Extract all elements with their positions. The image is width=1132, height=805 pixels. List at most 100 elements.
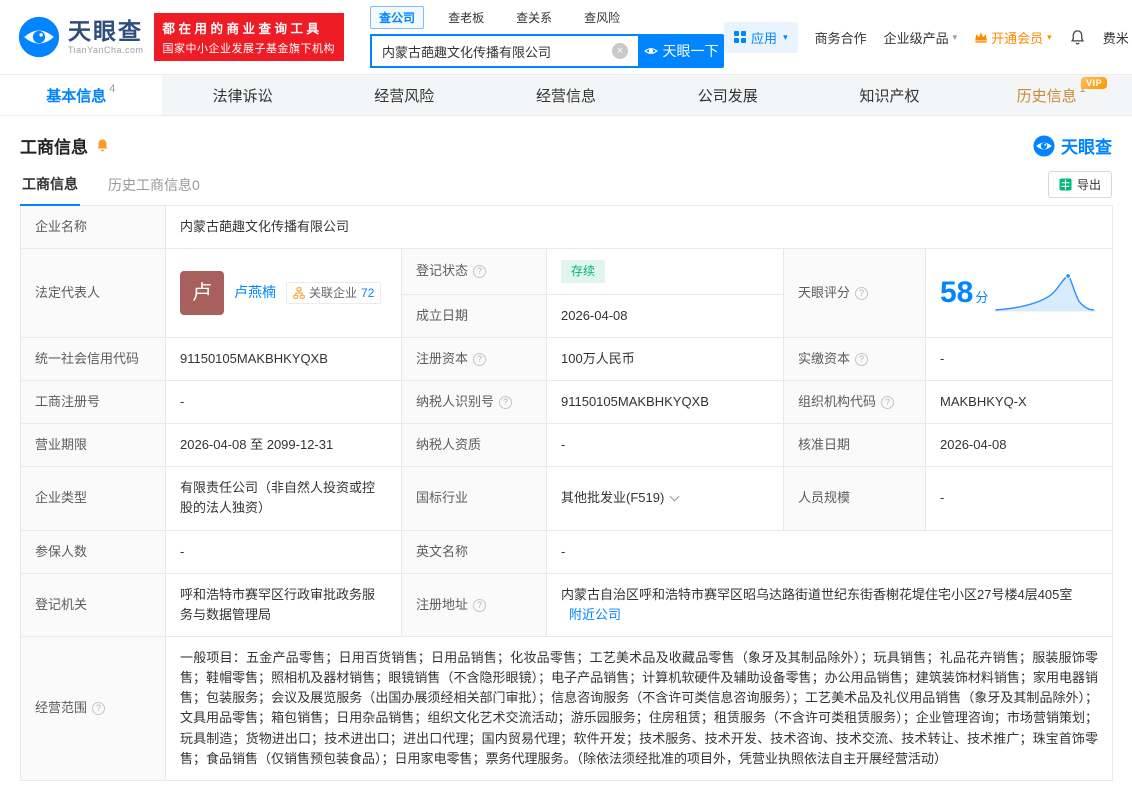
- subtab-history-business-info[interactable]: 历史工商信息0: [106, 175, 202, 205]
- slogan-line1: 都在用的商业查询工具: [162, 22, 323, 36]
- value-company-name: 内蒙古葩趣文化传播有限公司: [164, 204, 1114, 250]
- chevron-down-icon: ▾: [952, 31, 958, 42]
- label-score: 天眼评分?: [783, 248, 926, 338]
- label-business-scope: 经营范围?: [20, 636, 166, 781]
- tab-history-info[interactable]: VIP 历史信息 1: [970, 75, 1132, 115]
- export-label: 导出: [1076, 178, 1101, 192]
- search-tab-company[interactable]: 查公司: [370, 6, 425, 29]
- search-input[interactable]: [370, 34, 639, 68]
- business-info-table: 企业名称 内蒙古葩趣文化传播有限公司 法定代表人 卢 卢燕楠 关联企业 72 登…: [20, 204, 1114, 781]
- tab-operating-info[interactable]: 经营信息: [485, 75, 647, 115]
- legal-rep-link[interactable]: 卢燕楠: [234, 282, 276, 304]
- main-content: 工商信息 天眼查 工商信息 历史工商信息0 导出 企业名称 内蒙古葩趣文化传播有…: [0, 116, 1132, 805]
- nav-open-vip[interactable]: 开通会员 ▾: [974, 28, 1052, 47]
- help-icon[interactable]: ?: [881, 396, 895, 410]
- value-business-term: 2026-04-08 至 2099-12-31: [165, 423, 402, 468]
- help-icon[interactable]: ?: [855, 286, 869, 300]
- label-reg-address: 注册地址?: [401, 572, 547, 638]
- section-header: 工商信息 天眼查: [20, 116, 1112, 171]
- logo-domain: TianYanCha.com: [68, 44, 144, 55]
- subtab-business-info[interactable]: 工商信息: [20, 174, 80, 206]
- search-type-tabs: 查公司 查老板 查关系 查风险: [370, 6, 724, 29]
- help-icon[interactable]: ?: [473, 598, 487, 612]
- status-badge: 存续: [561, 260, 606, 283]
- help-icon[interactable]: ?: [473, 352, 487, 366]
- nav-business-cooperation[interactable]: 商务合作: [815, 28, 867, 47]
- search-tab-relation[interactable]: 查关系: [508, 7, 560, 28]
- tab-label: 法律诉讼: [212, 87, 273, 105]
- tab-count: 4: [109, 83, 116, 95]
- table-row: 法定代表人 卢 卢燕楠 关联企业 72 登记状态 ? 存续 天眼评分 ? 58 …: [20, 248, 1114, 338]
- value-staff-size: -: [924, 466, 1114, 531]
- excel-icon: [1059, 178, 1072, 191]
- search-tab-boss[interactable]: 查老板: [440, 7, 492, 28]
- chevron-down-icon[interactable]: [669, 491, 680, 502]
- value-taxpayer-quality: -: [546, 423, 784, 468]
- table-row: 登记机关 呼和浩特市赛罕区行政审批政务服务与数据管理局 注册地址? 内蒙古自治区…: [20, 572, 1114, 638]
- table-row: 企业类型 有限责任公司（非自然人投资或控股的法人独资） 国标行业 其他批发业(F…: [20, 466, 1114, 531]
- value-insured-num: -: [165, 529, 402, 574]
- value-credit-code: 91150105MAKBHKYQXB: [165, 336, 402, 382]
- related-companies-badge[interactable]: 关联企业 72: [286, 281, 382, 305]
- label-establish-date: 成立日期: [401, 293, 547, 338]
- notification-bell-button[interactable]: [1069, 29, 1086, 46]
- table-row: 经营范围? 一般项目：五金产品零售；日用百货销售；日用品销售；化妆品零售；工艺美…: [20, 636, 1114, 781]
- score-cell: 58 分: [924, 248, 1114, 338]
- tianyancha-watermark: 天眼查: [1033, 133, 1112, 158]
- tianyancha-logo-icon: [18, 16, 60, 58]
- logo-title: 天眼查: [68, 18, 143, 45]
- tianyancha-logo-icon: [1033, 134, 1055, 157]
- label-org-code: 组织机构代码?: [783, 380, 926, 425]
- table-row: 统一社会信用代码 91150105MAKBHKYQXB 注册资本? 100万人民…: [20, 336, 1114, 382]
- tab-operating-risk[interactable]: 经营风险: [323, 75, 485, 115]
- chevron-down-icon: ▾: [783, 31, 788, 42]
- label-legal-rep: 法定代表人: [20, 248, 166, 338]
- tab-company-development[interactable]: 公司发展: [647, 75, 809, 115]
- username: 费米: [1102, 30, 1129, 46]
- nearby-companies-link[interactable]: 附近公司: [569, 607, 621, 622]
- export-button[interactable]: 导出: [1047, 171, 1112, 198]
- tab-basic-info[interactable]: 基本信息 4: [0, 75, 162, 115]
- label-industry: 国标行业: [401, 466, 547, 531]
- value-business-scope: 一般项目：五金产品零售；日用百货销售；日用品销售；化妆品零售；工艺美术品及收藏品…: [164, 636, 1114, 781]
- score-value: 58 分: [940, 275, 989, 309]
- subtab-bar: 工商信息 历史工商信息0 导出: [20, 171, 1112, 206]
- label-taxpayer-quality: 纳税人资质: [401, 423, 547, 468]
- watermark-label: 天眼查: [1061, 138, 1112, 157]
- avatar[interactable]: 卢: [180, 271, 224, 315]
- grid-icon: [734, 31, 747, 43]
- label-credit-code: 统一社会信用代码: [20, 336, 166, 382]
- related-count: 72: [361, 285, 375, 300]
- apps-label: 应用: [751, 30, 778, 46]
- help-icon[interactable]: ?: [855, 352, 869, 366]
- enterprise-label: 企业级产品: [883, 30, 949, 46]
- nav-user-menu[interactable]: 费米 ▾: [1103, 28, 1132, 47]
- table-row: 参保人数 - 英文名称 -: [20, 529, 1114, 574]
- tianyancha-logo[interactable]: 天眼查 TianYanCha.com: [18, 16, 144, 58]
- help-icon[interactable]: ?: [499, 396, 513, 410]
- tab-label: 知识产权: [859, 87, 920, 105]
- tab-label: 经营风险: [374, 87, 435, 105]
- search-tab-risk[interactable]: 查风险: [576, 7, 628, 28]
- nav-enterprise-products[interactable]: 企业级产品 ▾: [884, 28, 958, 47]
- label-english-name: 英文名称: [401, 529, 547, 574]
- apps-menu[interactable]: 应用 ▾: [724, 21, 798, 53]
- search-button[interactable]: 天眼一下: [638, 34, 725, 68]
- tab-intellectual-property[interactable]: 知识产权: [809, 75, 971, 115]
- search-bar: × 天眼一下: [370, 34, 725, 68]
- value-reg-address: 内蒙古自治区呼和浩特市赛罕区昭乌达路街道世纪东街香榭花堤住宅小区27号楼4层40…: [545, 572, 1114, 638]
- clear-search-icon[interactable]: ×: [612, 43, 629, 59]
- help-icon[interactable]: ?: [473, 265, 487, 279]
- tab-label: 基本信息: [46, 87, 107, 105]
- monitor-bell-icon[interactable]: [95, 138, 110, 153]
- crown-icon: [975, 32, 987, 43]
- vip-badge: VIP: [1081, 77, 1108, 89]
- help-icon[interactable]: ?: [92, 702, 106, 716]
- value-reg-number: -: [165, 380, 402, 425]
- value-reg-authority: 呼和浩特市赛罕区行政审批政务服务与数据管理局: [165, 572, 402, 638]
- tab-label: 经营信息: [536, 87, 597, 105]
- eye-icon: [643, 48, 658, 54]
- value-reg-status: 存续: [546, 248, 784, 295]
- address-text: 内蒙古自治区呼和浩特市赛罕区昭乌达路街道世纪东街香榭花堤住宅小区27号楼4层40…: [561, 586, 1073, 602]
- tab-legal-proceedings[interactable]: 法律诉讼: [162, 75, 324, 115]
